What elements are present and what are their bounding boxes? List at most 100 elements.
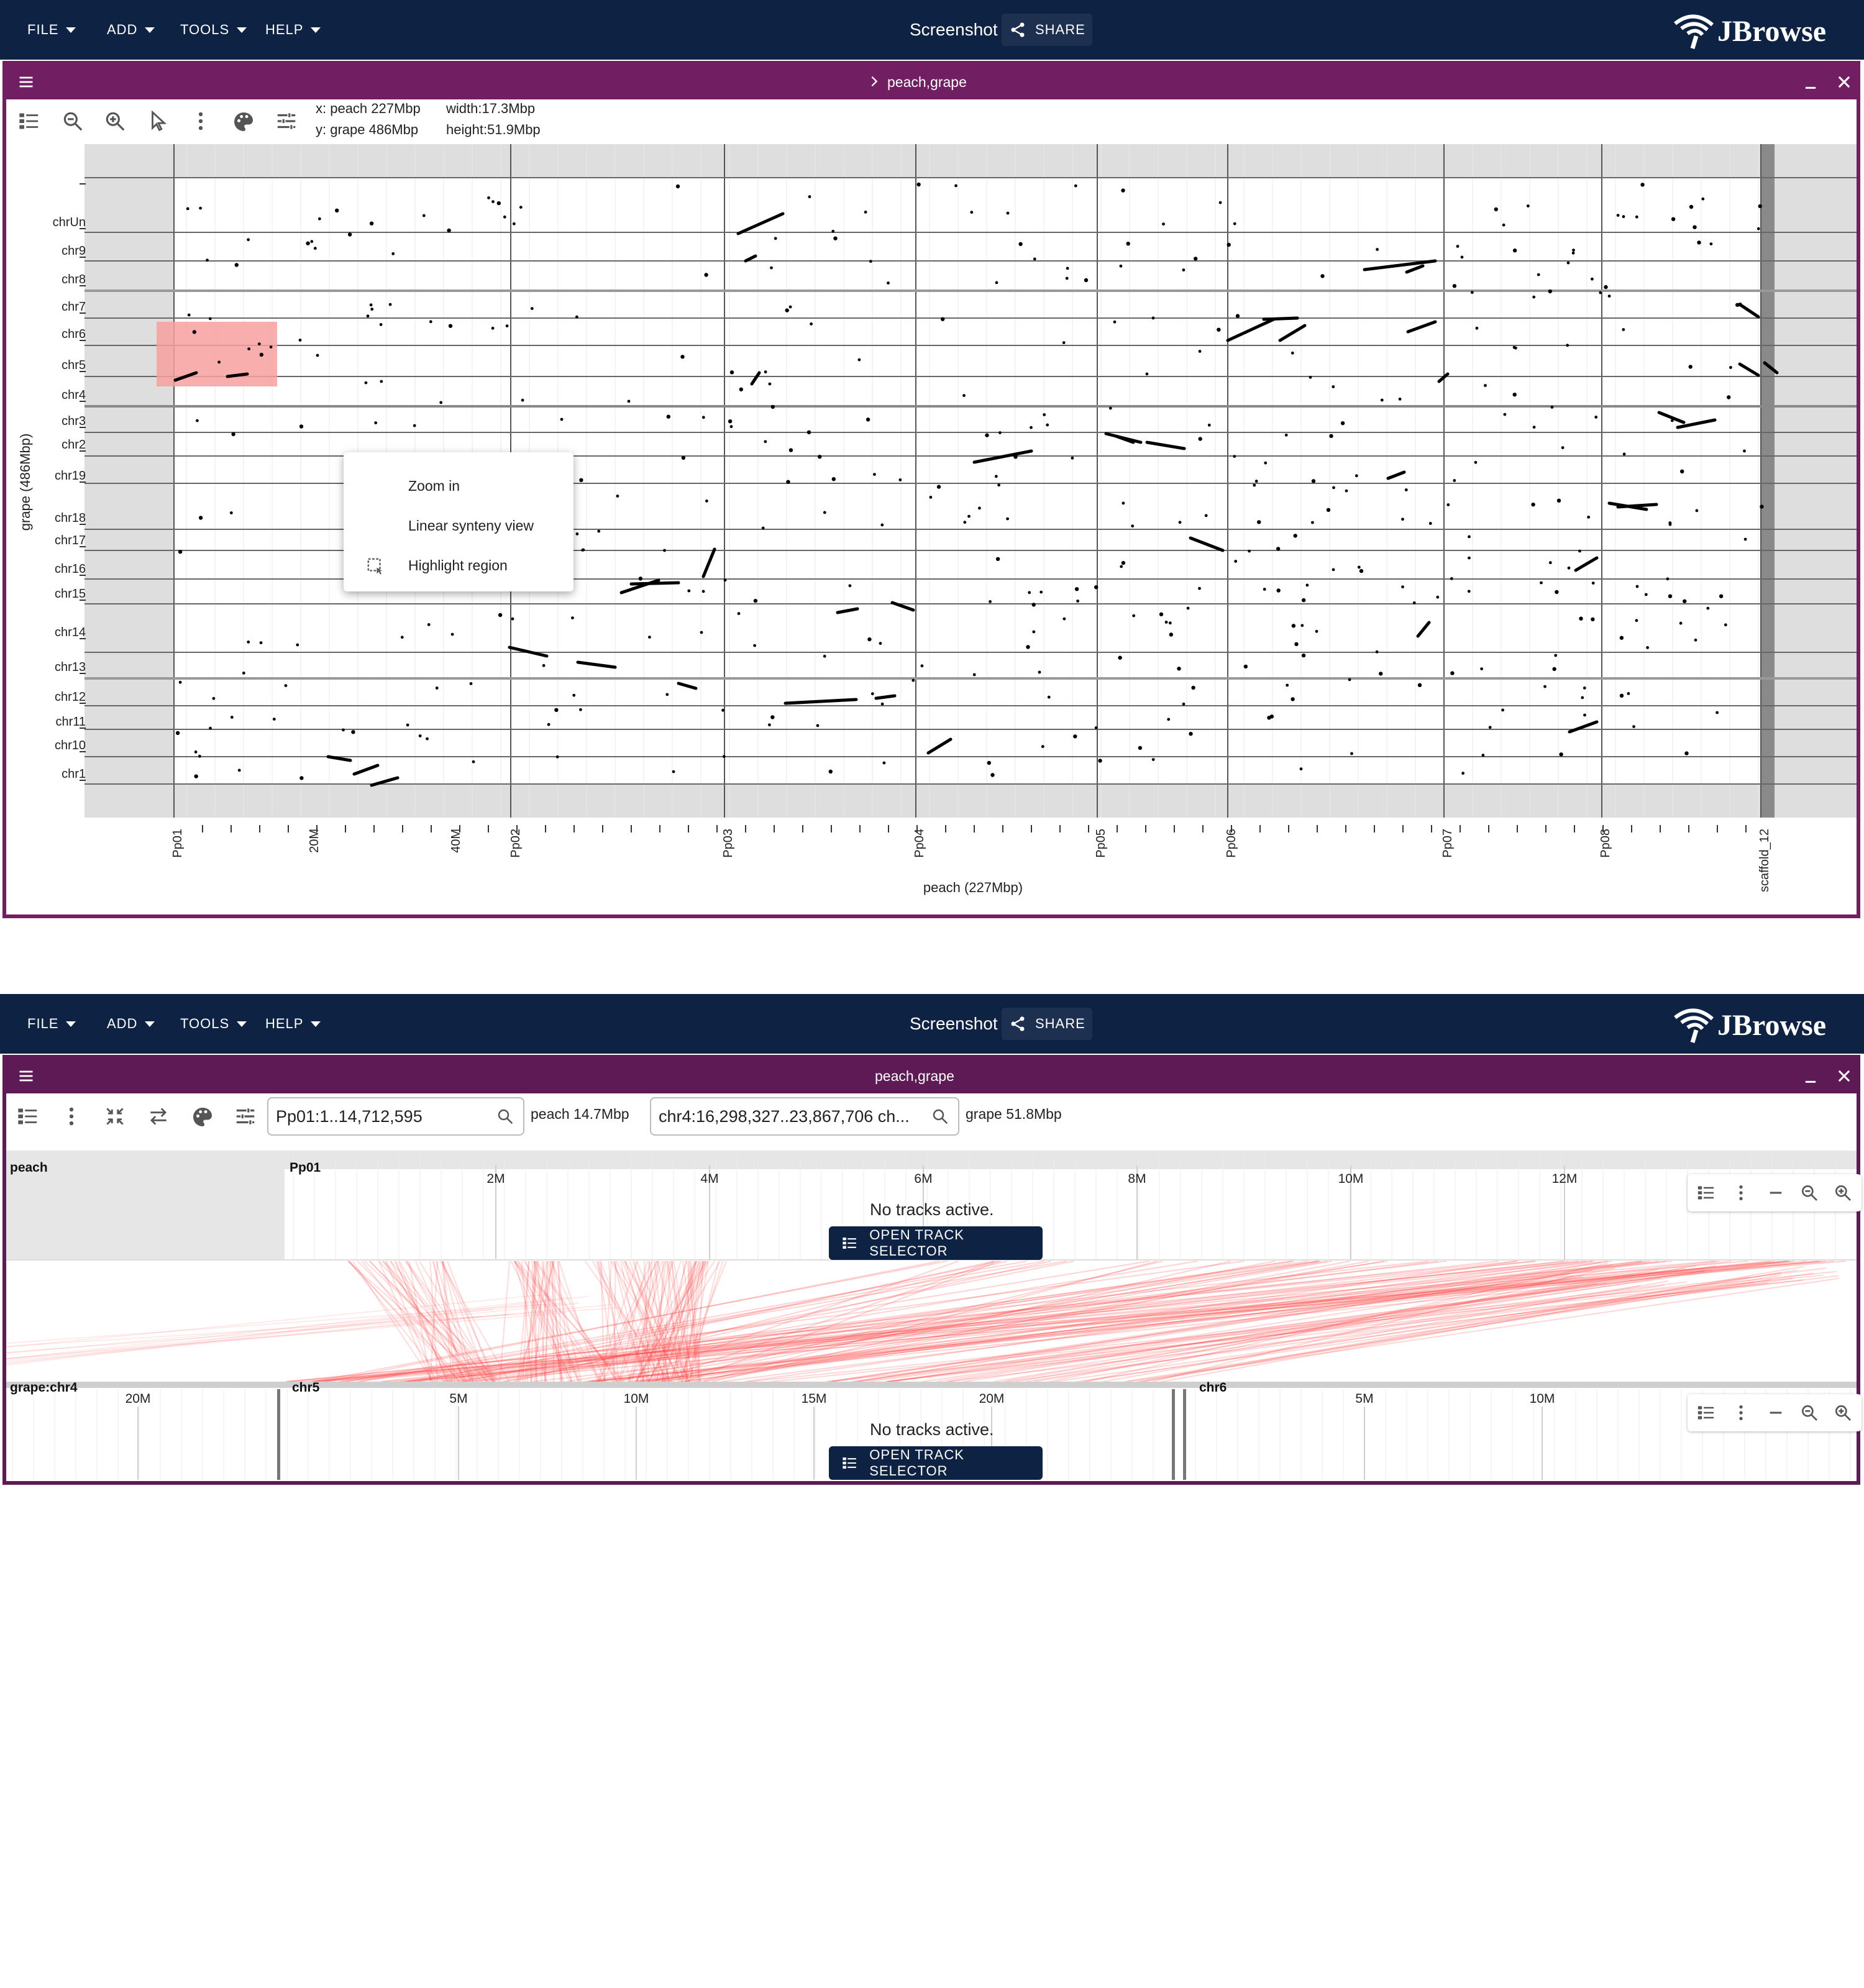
- tools-menu[interactable]: TOOLS: [180, 994, 247, 1054]
- minus-icon[interactable]: [1766, 1403, 1786, 1423]
- file-menu-label: FILE: [27, 22, 59, 37]
- dotplot-dot: [823, 654, 826, 658]
- dotplot-dot: [1311, 521, 1314, 524]
- caret-down-icon: [311, 27, 321, 33]
- dotplot-dot: [1627, 692, 1630, 695]
- menu-item-zoom-in[interactable]: Zoom in: [344, 466, 573, 506]
- dotplot-dot: [187, 313, 191, 317]
- app-bar-2: FILE ADD TOOLS HELP Screenshot SHARE JBr…: [0, 994, 1864, 1054]
- dotplot-dot: [1452, 284, 1457, 288]
- dotplot-dot: [1688, 365, 1693, 369]
- dotplot-dot: [920, 664, 924, 668]
- dotplot-dot: [723, 578, 727, 582]
- bottom-refname-chr6[interactable]: chr6: [1199, 1380, 1227, 1395]
- minus-icon[interactable]: [1766, 1183, 1786, 1203]
- dotplot-dot: [555, 755, 559, 759]
- dotplot-dot: [1501, 708, 1505, 712]
- track-selector-icon[interactable]: [1696, 1403, 1716, 1423]
- chrom-boundary-bar: [1183, 1389, 1186, 1480]
- session-title[interactable]: Screenshot: [910, 0, 998, 60]
- dotplot-dot: [1126, 242, 1130, 246]
- dotplot-dot: [1046, 423, 1049, 427]
- dotplot-dot: [342, 728, 345, 732]
- dotplot-dot: [1488, 726, 1492, 729]
- add-menu[interactable]: ADD: [107, 994, 155, 1054]
- synteny-canvas[interactable]: 2M 4M 6M 8M 10M 12M 20M 5M 10M 15M 20M 5M 10M: [6, 1059, 1857, 1481]
- dotplot-dot: [1694, 638, 1697, 642]
- top-refname-label[interactable]: Pp01: [290, 1160, 321, 1175]
- dotplot-dot: [1355, 474, 1358, 478]
- dotplot-dot: [469, 682, 473, 685]
- dotplot-dot: [178, 680, 182, 684]
- y-tick-label: chr17: [55, 534, 86, 547]
- top-open-track-selector-button[interactable]: OPEN TRACK SELECTOR: [829, 1226, 1043, 1260]
- linear-synteny-label: Linear synteny view: [408, 518, 534, 534]
- bottom-refname-chr5[interactable]: chr5: [292, 1380, 319, 1395]
- y-tick-label: chr6: [62, 327, 86, 341]
- zoom-out-icon[interactable]: [1799, 1183, 1819, 1203]
- dotplot-dot: [575, 532, 579, 536]
- help-menu[interactable]: HELP: [265, 994, 321, 1054]
- dotplot-dot: [391, 252, 395, 255]
- y-tick-label: chr7: [62, 300, 86, 314]
- dotplot-dot: [1248, 549, 1251, 553]
- dotplot-dot: [209, 726, 212, 730]
- dotplot-dot: [1359, 568, 1364, 573]
- track-selector-icon[interactable]: [1696, 1183, 1716, 1203]
- x-tick-label: 40M: [449, 829, 463, 853]
- dotplot-dot: [1198, 437, 1202, 441]
- more-vert-icon[interactable]: [1731, 1183, 1751, 1203]
- dotplot-dot: [1640, 183, 1645, 187]
- dotplot-dot: [882, 761, 886, 765]
- y-tick-label: chr2: [62, 438, 86, 452]
- dotplot-dot: [257, 342, 261, 345]
- menu-item-linear-synteny[interactable]: Linear synteny view: [344, 506, 573, 545]
- share-button[interactable]: SHARE: [1002, 14, 1092, 46]
- dotplot-dot: [848, 584, 852, 588]
- y-tick-label: chr18: [55, 511, 86, 525]
- x-tick-label: Pp02: [509, 829, 523, 858]
- dotplot-dot: [212, 696, 216, 700]
- dotplot-dot: [1566, 344, 1569, 347]
- dotplot-dot: [627, 399, 631, 403]
- zoom-out-icon[interactable]: [1799, 1403, 1819, 1423]
- tools-menu[interactable]: TOOLS: [180, 0, 247, 60]
- share-icon: [1011, 1016, 1025, 1031]
- session-title[interactable]: Screenshot: [910, 994, 998, 1054]
- dotplot-dot: [542, 663, 546, 667]
- menu-item-highlight[interactable]: Highlight region: [344, 545, 573, 585]
- dotplot-dot: [1073, 734, 1077, 739]
- file-menu[interactable]: FILE: [27, 0, 76, 60]
- highlight-label: Highlight region: [408, 557, 508, 573]
- dotplot-dot: [1757, 227, 1760, 230]
- dotplot-dot: [284, 684, 288, 687]
- dotplot-dot: [1537, 273, 1540, 276]
- synteny-link: [6, 1302, 579, 1360]
- add-menu[interactable]: ADD: [107, 0, 155, 60]
- dotplot-dot: [1167, 718, 1171, 721]
- dotplot-dot: [1622, 215, 1625, 219]
- dotplot-dot: [1760, 504, 1764, 509]
- help-menu[interactable]: HELP: [265, 0, 321, 60]
- dotplot-dot: [1526, 204, 1530, 207]
- dotplot-dot: [1300, 624, 1304, 627]
- dotplot-dot: [704, 273, 708, 277]
- share-button[interactable]: SHARE: [1002, 1008, 1092, 1040]
- zoom-in-icon[interactable]: [1833, 1403, 1853, 1423]
- dotplot-dot: [1348, 678, 1351, 682]
- dotplot-dot: [1632, 725, 1635, 728]
- dotplot-dot: [941, 317, 945, 321]
- dotplot-canvas[interactable]: chrUn chr9 chr8 chr7 chr6 chr5 chr4 chr3 chr2 chr…: [6, 65, 1857, 914]
- dotplot-dot: [192, 330, 196, 334]
- zoom-in-icon[interactable]: [1833, 1183, 1853, 1203]
- bottom-open-track-selector-button[interactable]: OPEN TRACK SELECTOR: [829, 1446, 1043, 1480]
- y-tick-label: chr9: [62, 244, 86, 258]
- dotplot-dot: [450, 632, 454, 636]
- more-vert-icon[interactable]: [1731, 1403, 1751, 1423]
- dotplot-dot: [1071, 456, 1074, 460]
- file-menu[interactable]: FILE: [27, 994, 76, 1054]
- dotplot-dot: [1583, 713, 1586, 717]
- dotplot-dot: [1727, 395, 1731, 399]
- dotplot-dot: [1198, 586, 1201, 590]
- y-tick-label: chr8: [62, 273, 86, 286]
